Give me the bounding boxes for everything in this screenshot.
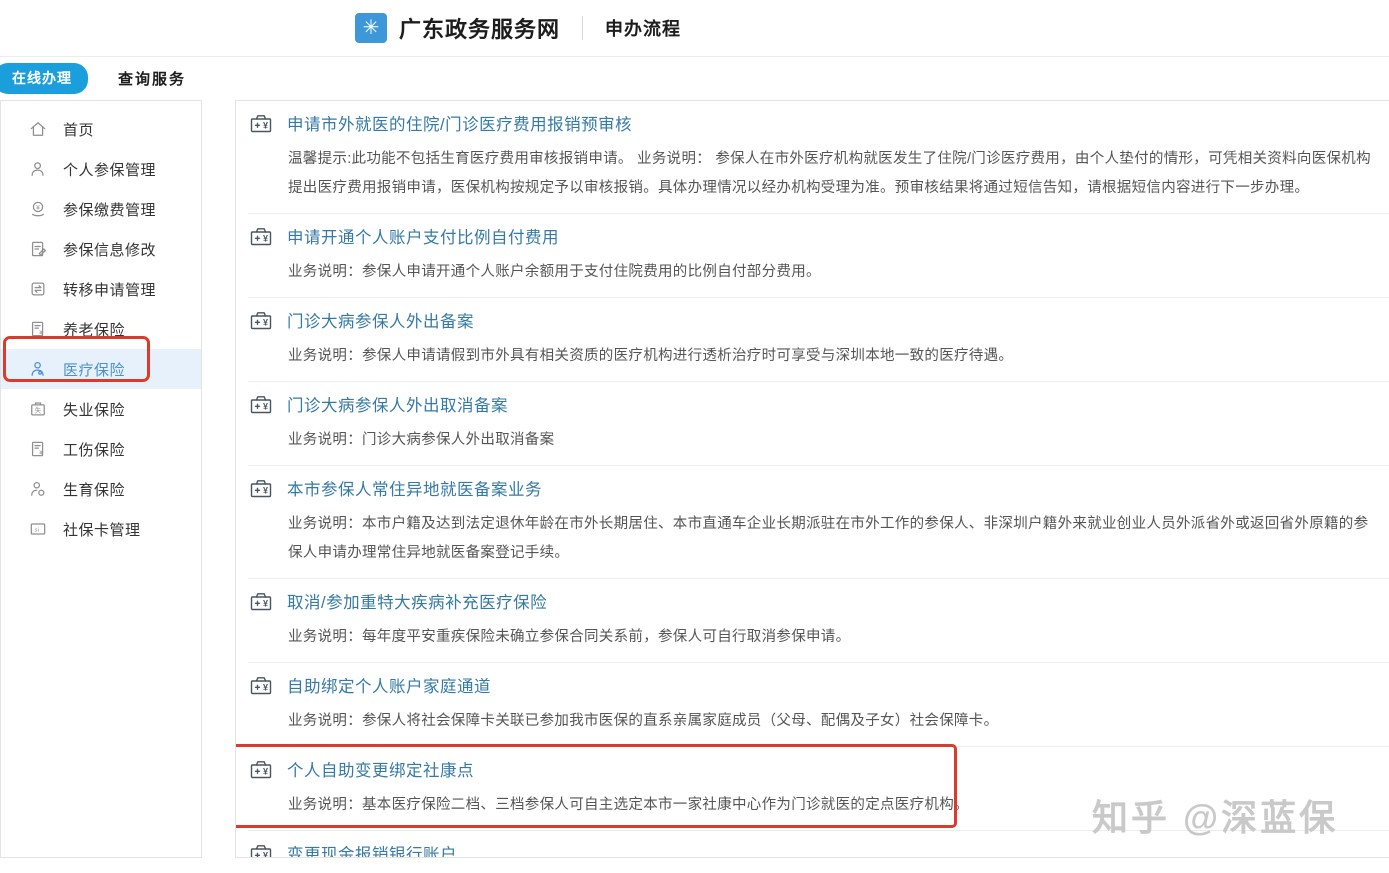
svg-text:¥: ¥ <box>263 851 268 859</box>
medkit-icon: ¥ <box>248 111 274 135</box>
sidebar-item-maternity-insurance[interactable]: 生育保险 <box>1 469 201 509</box>
medkit-icon: ¥ <box>248 308 274 332</box>
service-item: ¥ 本市参保人常住异地就医备案业务 业务说明：本市户籍及达到法定退休年龄在市外长… <box>248 466 1389 579</box>
svg-text:¥: ¥ <box>263 767 268 777</box>
service-link[interactable]: 取消/参加重特大疾病补充医疗保险 <box>287 589 547 613</box>
service-link[interactable]: 本市参保人常住异地就医备案业务 <box>287 476 542 500</box>
guangdong-gov-logo-icon: ✳ <box>355 13 387 43</box>
sidebar-item-home[interactable]: 首页 <box>1 109 201 149</box>
sidebar-item-payment-management[interactable]: ¥ 参保缴费管理 <box>1 189 201 229</box>
service-description: 业务说明：每年度平安重疾保险未确立参保合同关系前，参保人可自行取消参保申请。 <box>288 623 1373 652</box>
document-yuan-icon: ¥ <box>28 439 48 459</box>
service-link[interactable]: 个人自助变更绑定社康点 <box>287 757 474 781</box>
service-item: ¥ 门诊大病参保人外出备案 业务说明：参保人申请请假到市外具有相关资质的医疗机构… <box>248 298 1389 382</box>
document-yuan-icon: ¥ <box>28 319 48 339</box>
service-description: 业务说明：本市户籍及达到法定退休年龄在市外长期居住、本市直通车企业长期派驻在市外… <box>288 510 1373 568</box>
service-description: 业务说明：门诊大病参保人外出取消备案 <box>288 426 1373 455</box>
svg-text:¥: ¥ <box>263 486 268 496</box>
person-icon <box>28 159 48 179</box>
medkit-icon: ¥ <box>248 757 274 781</box>
header-nav-label: 申办流程 <box>605 15 681 41</box>
payment-yuan-icon: ¥ <box>28 199 48 219</box>
medkit-icon: ¥ <box>248 224 274 248</box>
service-link[interactable]: 申请开通个人账户支付比例自付费用 <box>287 224 559 248</box>
svg-text:¥: ¥ <box>36 204 40 211</box>
sidebar-item-label: 工伤保险 <box>63 439 125 460</box>
svg-text:¥: ¥ <box>263 234 268 244</box>
svg-text:¥: ¥ <box>263 318 268 328</box>
sidebar-item-label: 医疗保险 <box>63 359 125 380</box>
tab-bar: 在线办理 查询服务 <box>0 63 186 93</box>
sidebar-item-personal-insurance[interactable]: 个人参保管理 <box>1 149 201 189</box>
sidebar-item-label: 转移申请管理 <box>63 279 156 300</box>
sidebar-item-transfer-management[interactable]: 转移申请管理 <box>1 269 201 309</box>
sidebar-item-pension-insurance[interactable]: ¥ 养老保险 <box>1 309 201 349</box>
tab-query-service[interactable]: 查询服务 <box>118 68 186 89</box>
sidebar-item-label: 参保信息修改 <box>63 239 156 260</box>
svg-text:si: si <box>35 528 39 534</box>
sidebar: 首页 个人参保管理 ¥ 参保缴费管理 参保信息修改 转移申请管理 <box>0 100 202 858</box>
svg-text:¥: ¥ <box>263 121 268 131</box>
service-link[interactable]: 变更现金报销银行账户 <box>287 841 457 858</box>
service-description: 温馨提示:此功能不包括生育医疗费用审核报销申请。 业务说明： 参保人在市外医疗机… <box>288 145 1373 203</box>
sidebar-item-label: 失业保险 <box>63 399 125 420</box>
service-item: ¥ 申请开通个人账户支付比例自付费用 业务说明：参保人申请开通个人账户余额用于支… <box>248 214 1389 298</box>
header-divider <box>582 16 583 40</box>
service-item: ¥ 自助绑定个人账户家庭通道 业务说明：参保人将社会保障卡关联已参加我市医保的直… <box>248 663 1389 747</box>
sidebar-item-info-modify[interactable]: 参保信息修改 <box>1 229 201 269</box>
service-link[interactable]: 自助绑定个人账户家庭通道 <box>287 673 491 697</box>
briefcase-shi-icon: 失 <box>28 399 48 419</box>
medkit-icon: ¥ <box>248 841 274 858</box>
sidebar-item-label: 生育保险 <box>63 479 125 500</box>
sidebar-item-label: 养老保险 <box>63 319 125 340</box>
sidebar-item-unemployment-insurance[interactable]: 失 失业保险 <box>1 389 201 429</box>
page: ✳ 广东政务服务网 申办流程 在线办理 查询服务 首页 个人参保管理 ¥ 参保缴… <box>0 0 1389 873</box>
header: ✳ 广东政务服务网 申办流程 <box>0 0 1389 57</box>
document-edit-icon <box>28 239 48 259</box>
sidebar-item-social-card[interactable]: si 社保卡管理 <box>1 509 201 549</box>
service-list: ¥ 申请市外就医的住院/门诊医疗费用报销预审核 温馨提示:此功能不包括生育医疗费… <box>235 100 1389 858</box>
svg-text:¥: ¥ <box>39 449 43 456</box>
service-link[interactable]: 申请市外就医的住院/门诊医疗费用报销预审核 <box>287 111 632 135</box>
transfer-arrows-icon <box>28 279 48 299</box>
service-item: ¥ 取消/参加重特大疾病补充医疗保险 业务说明：每年度平安重疾保险未确立参保合同… <box>248 579 1389 663</box>
service-link[interactable]: 门诊大病参保人外出备案 <box>287 308 474 332</box>
medkit-icon: ¥ <box>248 673 274 697</box>
social-card-icon: si <box>28 519 48 539</box>
site-title: 广东政务服务网 <box>399 12 560 44</box>
medical-person-icon <box>28 359 48 379</box>
service-item: ¥ 门诊大病参保人外出取消备案 业务说明：门诊大病参保人外出取消备案 <box>248 382 1389 466</box>
sidebar-item-injury-insurance[interactable]: ¥ 工伤保险 <box>1 429 201 469</box>
svg-text:¥: ¥ <box>263 599 268 609</box>
svg-text:失: 失 <box>35 405 42 414</box>
svg-text:¥: ¥ <box>263 402 268 412</box>
service-link[interactable]: 门诊大病参保人外出取消备案 <box>287 392 508 416</box>
svg-text:¥: ¥ <box>39 329 43 336</box>
sidebar-item-label: 首页 <box>63 119 94 140</box>
sidebar-item-label: 个人参保管理 <box>63 159 156 180</box>
tab-online-service[interactable]: 在线办理 <box>0 63 88 94</box>
watermark: 知乎 @深蓝保 <box>1092 789 1338 841</box>
sidebar-item-medical-insurance[interactable]: 医疗保险 <box>1 349 201 389</box>
svg-text:¥: ¥ <box>263 683 268 693</box>
maternity-icon <box>28 479 48 499</box>
medkit-icon: ¥ <box>248 476 274 500</box>
home-icon <box>28 119 48 139</box>
service-description: 业务说明：参保人将社会保障卡关联已参加我市医保的直系亲属家庭成员（父母、配偶及子… <box>288 707 1373 736</box>
service-item: ¥ 申请市外就医的住院/门诊医疗费用报销预审核 温馨提示:此功能不包括生育医疗费… <box>248 101 1389 214</box>
service-description: 业务说明：参保人申请请假到市外具有相关资质的医疗机构进行透析治疗时可享受与深圳本… <box>288 342 1373 371</box>
sidebar-item-label: 参保缴费管理 <box>63 199 156 220</box>
service-description: 业务说明：参保人申请开通个人账户余额用于支付住院费用的比例自付部分费用。 <box>288 258 1373 287</box>
medkit-icon: ¥ <box>248 589 274 613</box>
medkit-icon: ¥ <box>248 392 274 416</box>
sidebar-item-label: 社保卡管理 <box>63 519 141 540</box>
